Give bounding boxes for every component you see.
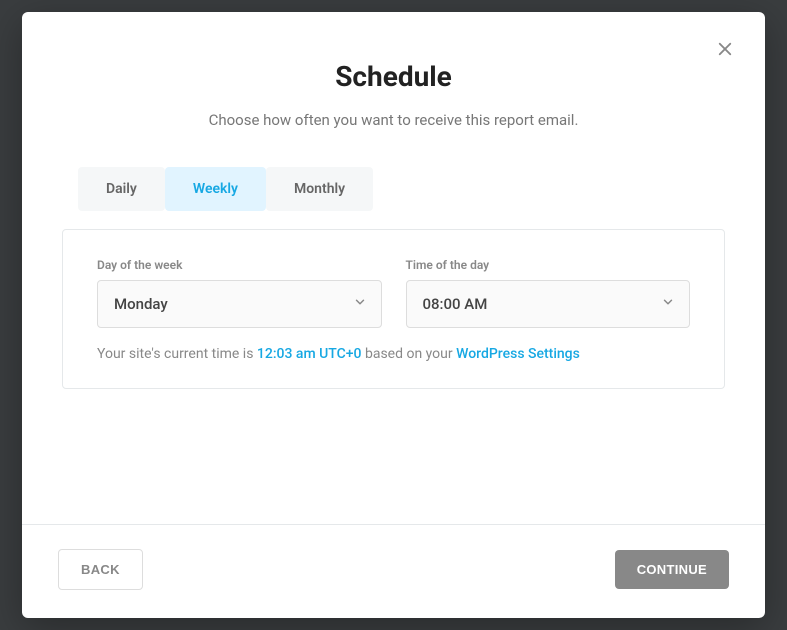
modal-content: Schedule Choose how often you want to re… xyxy=(22,12,765,524)
current-time-link[interactable]: 12:03 am UTC+0 xyxy=(257,346,362,362)
modal-footer: BACK CONTINUE xyxy=(22,524,765,618)
tab-monthly[interactable]: Monthly xyxy=(266,167,373,211)
wordpress-settings-link[interactable]: WordPress Settings xyxy=(456,346,580,362)
tab-weekly[interactable]: Weekly xyxy=(165,167,266,211)
day-select[interactable]: Monday xyxy=(97,280,382,328)
schedule-modal: Schedule Choose how often you want to re… xyxy=(22,12,765,618)
modal-title: Schedule xyxy=(62,60,725,93)
day-label: Day of the week xyxy=(97,258,382,272)
fields-row: Day of the week Monday Time of the day 0… xyxy=(97,258,690,328)
continue-button[interactable]: CONTINUE xyxy=(615,550,729,589)
tab-daily[interactable]: Daily xyxy=(78,167,165,211)
chevron-down-icon xyxy=(661,295,675,313)
day-field: Day of the week Monday xyxy=(97,258,382,328)
chevron-down-icon xyxy=(353,295,367,313)
frequency-tabs: Daily Weekly Monthly xyxy=(62,167,725,211)
helper-text: Your site's current time is 12:03 am UTC… xyxy=(97,346,690,362)
close-icon xyxy=(716,46,734,61)
modal-subtitle: Choose how often you want to receive thi… xyxy=(62,111,725,129)
time-label: Time of the day xyxy=(406,258,691,272)
time-select[interactable]: 08:00 AM xyxy=(406,280,691,328)
helper-prefix: Your site's current time is xyxy=(97,346,257,362)
helper-mid: based on your xyxy=(362,346,457,362)
time-select-value: 08:00 AM xyxy=(423,295,488,313)
back-button[interactable]: BACK xyxy=(58,549,143,590)
day-select-value: Monday xyxy=(114,295,168,313)
time-field: Time of the day 08:00 AM xyxy=(406,258,691,328)
schedule-panel: Day of the week Monday Time of the day 0… xyxy=(62,229,725,389)
close-button[interactable] xyxy=(715,40,735,60)
